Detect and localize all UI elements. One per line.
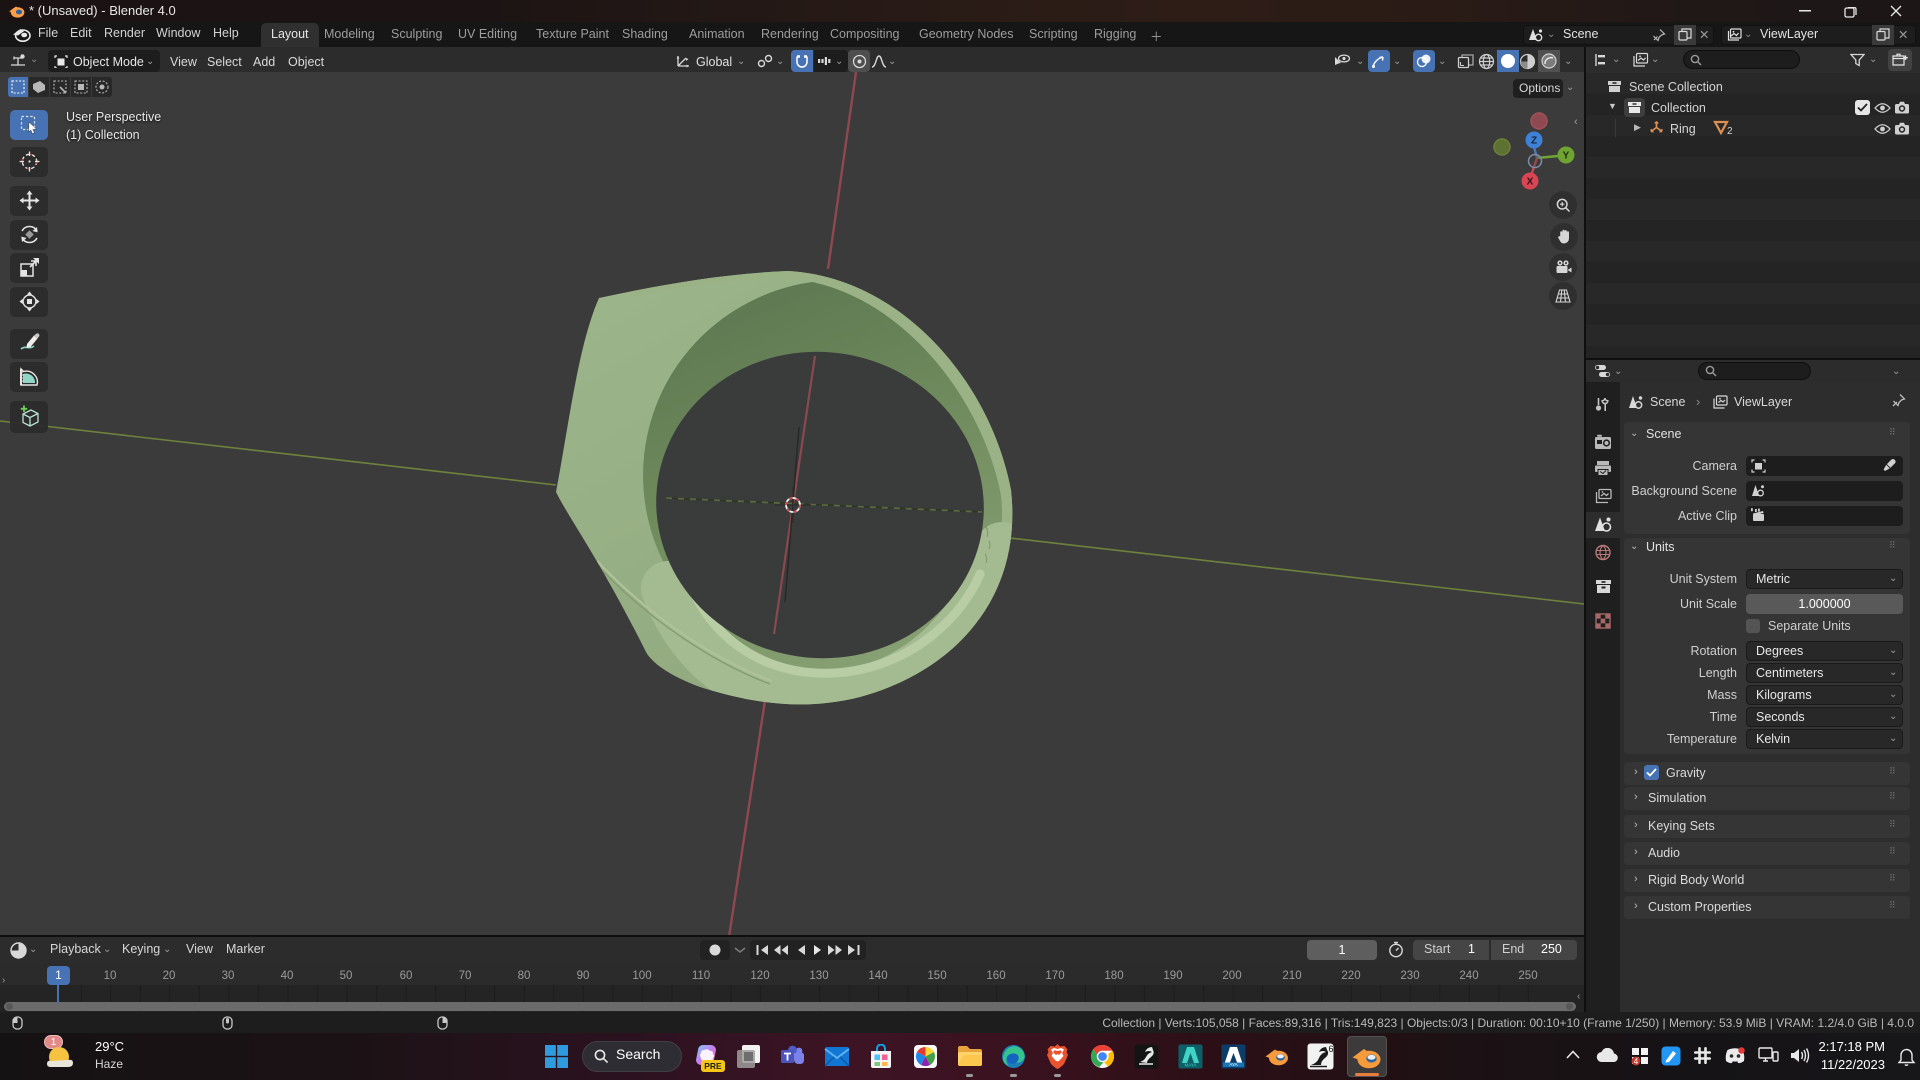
svg-text:6: 6 (1329, 1044, 1334, 1054)
svg-text:Y: Y (1563, 151, 1570, 162)
svg-text:Z: Z (1531, 136, 1537, 147)
svg-text:4: 4 (1634, 1057, 1639, 1066)
svg-text:AYA: AYA (1229, 1062, 1237, 1067)
svg-text:MAYA: MAYA (1184, 1063, 1196, 1068)
svg-text:X: X (1527, 177, 1534, 188)
